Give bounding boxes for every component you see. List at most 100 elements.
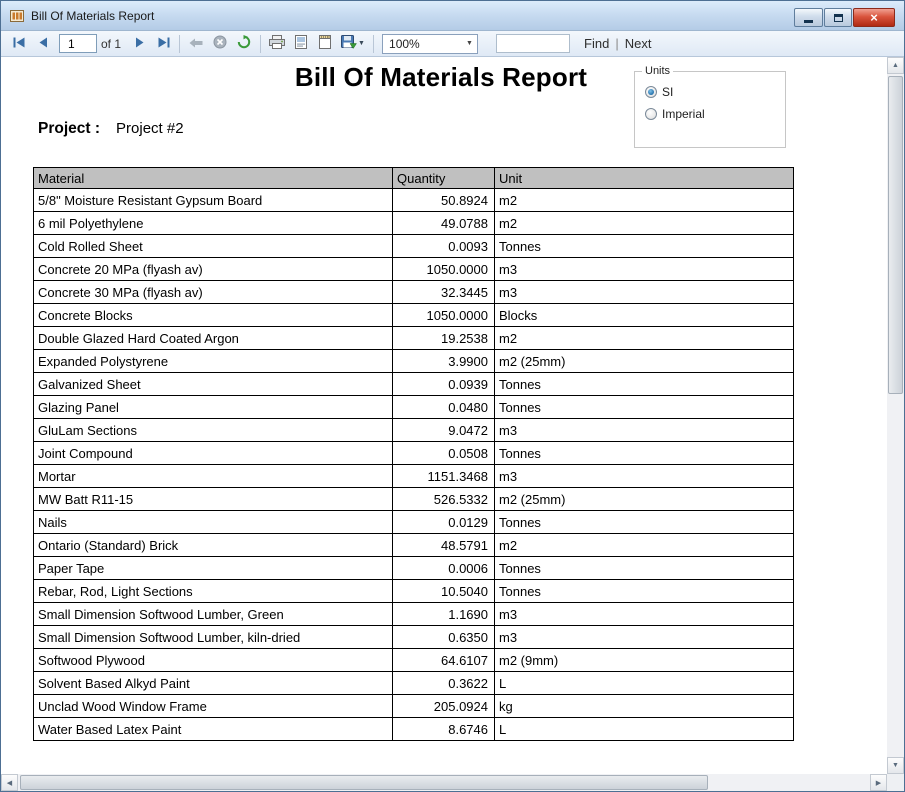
radio-label: SI: [662, 85, 674, 99]
horizontal-scroll-thumb[interactable]: [20, 775, 708, 790]
find-button[interactable]: Find: [578, 36, 615, 51]
first-page-icon: [13, 36, 26, 51]
table-row: Expanded Polystyrene 3.9900 m2 (25mm): [33, 349, 794, 373]
table-row: Small Dimension Softwood Lumber, kiln-dr…: [33, 625, 794, 649]
quantity-cell: 9.0472: [392, 418, 495, 442]
table-row: Ontario (Standard) Brick 48.5791 m2: [33, 533, 794, 557]
radio-button-icon[interactable]: [645, 86, 657, 98]
table-row: Concrete 30 MPa (flyash av) 32.3445 m3: [33, 280, 794, 304]
minimize-icon: [804, 20, 813, 23]
unit-cell: kg: [494, 694, 794, 718]
quantity-cell: 1050.0000: [392, 257, 495, 281]
scroll-up-button[interactable]: ▲: [887, 57, 904, 74]
unit-cell: m3: [494, 464, 794, 488]
scroll-up-icon: ▲: [892, 62, 899, 69]
quantity-cell: 32.3445: [392, 280, 495, 304]
toolbar-separator: [179, 34, 181, 53]
material-cell: MW Batt R11-15: [33, 487, 393, 511]
page-setup-button[interactable]: [313, 33, 337, 55]
unit-cell: Tonnes: [494, 579, 794, 603]
unit-cell: m2: [494, 211, 794, 235]
last-page-button[interactable]: [151, 33, 175, 55]
table-row: Cold Rolled Sheet 0.0093 Tonnes: [33, 234, 794, 258]
material-cell: Concrete Blocks: [33, 303, 393, 327]
header-quantity: Quantity: [392, 167, 495, 189]
maximize-button[interactable]: [824, 8, 852, 27]
units-radio-imperial[interactable]: Imperial: [645, 107, 705, 121]
stop-rendering-button[interactable]: [208, 33, 232, 55]
table-row: Rebar, Rod, Light Sections 10.5040 Tonnes: [33, 579, 794, 603]
unit-cell: m2: [494, 533, 794, 557]
scroll-down-button[interactable]: ▼: [887, 757, 904, 774]
radio-button-icon[interactable]: [645, 108, 657, 120]
table-row: Solvent Based Alkyd Paint 0.3622 L: [33, 671, 794, 695]
units-groupbox: Units SI Imperial: [634, 65, 786, 148]
units-radio-si[interactable]: SI: [645, 85, 705, 99]
horizontal-scrollbar[interactable]: ◀ ▶: [1, 774, 887, 791]
material-cell: Solvent Based Alkyd Paint: [33, 671, 393, 695]
table-row: Water Based Latex Paint 8.6746 L: [33, 717, 794, 741]
next-page-icon: [135, 36, 144, 51]
unit-cell: Tonnes: [494, 234, 794, 258]
table-row: MW Batt R11-15 526.5332 m2 (25mm): [33, 487, 794, 511]
quantity-cell: 48.5791: [392, 533, 495, 557]
material-cell: Double Glazed Hard Coated Argon: [33, 326, 393, 350]
material-cell: Ontario (Standard) Brick: [33, 533, 393, 557]
quantity-cell: 1050.0000: [392, 303, 495, 327]
table-row: 5/8" Moisture Resistant Gypsum Board 50.8…: [33, 188, 794, 212]
quantity-cell: 526.5332: [392, 487, 495, 511]
print-layout-icon: [295, 35, 308, 52]
scroll-left-button[interactable]: ◀: [1, 774, 18, 791]
material-cell: Unclad Wood Window Frame: [33, 694, 393, 718]
caption-buttons: ×: [794, 8, 895, 27]
title-bar[interactable]: Bill Of Materials Report ×: [1, 1, 904, 31]
quantity-cell: 64.6107: [392, 648, 495, 672]
print-button[interactable]: [265, 33, 289, 55]
unit-cell: m3: [494, 257, 794, 281]
close-button[interactable]: ×: [853, 8, 895, 27]
table-row: Double Glazed Hard Coated Argon 19.2538 m2: [33, 326, 794, 350]
printer-icon: [269, 35, 286, 52]
print-layout-button[interactable]: [289, 33, 313, 55]
material-cell: Expanded Polystyrene: [33, 349, 393, 373]
table-row: Mortar 1151.3468 m3: [33, 464, 794, 488]
vertical-scroll-track[interactable]: [887, 74, 904, 757]
table-row: Nails 0.0129 Tonnes: [33, 510, 794, 534]
next-page-button[interactable]: [127, 33, 151, 55]
table-row: Galvanized Sheet 0.0939 Tonnes: [33, 372, 794, 396]
window-title: Bill Of Materials Report: [31, 8, 155, 23]
vertical-scroll-thumb[interactable]: [888, 76, 903, 394]
material-cell: Small Dimension Softwood Lumber, kiln-dr…: [33, 625, 393, 649]
refresh-button[interactable]: [232, 33, 256, 55]
material-cell: Paper Tape: [33, 556, 393, 580]
toolbar-separator: [373, 34, 375, 53]
zoom-select[interactable]: 100% ▼: [382, 33, 479, 54]
export-button[interactable]: ▼: [337, 33, 369, 55]
quantity-cell: 1.1690: [392, 602, 495, 626]
horizontal-scroll-track[interactable]: [18, 774, 870, 791]
radio-label: Imperial: [662, 107, 705, 121]
toolbar-separator: [260, 34, 262, 53]
find-next-button[interactable]: Next: [619, 36, 658, 51]
page-number-input[interactable]: [59, 34, 97, 53]
quantity-cell: 0.0129: [392, 510, 495, 534]
app-icon: [9, 8, 25, 24]
quantity-cell: 0.0093: [392, 234, 495, 258]
unit-cell: Tonnes: [494, 556, 794, 580]
previous-page-button[interactable]: [31, 33, 55, 55]
quantity-cell: 1151.3468: [392, 464, 495, 488]
back-to-parent-button[interactable]: [184, 33, 208, 55]
unit-cell: m3: [494, 280, 794, 304]
scrollbar-corner: [887, 774, 904, 791]
search-text-input[interactable]: [496, 34, 571, 53]
minimize-button[interactable]: [794, 8, 823, 27]
first-page-button[interactable]: [7, 33, 31, 55]
material-cell: Concrete 30 MPa (flyash av): [33, 280, 393, 304]
vertical-scrollbar[interactable]: ▲ ▼: [887, 57, 904, 774]
table-row: Concrete Blocks 1050.0000 Blocks: [33, 303, 794, 327]
material-cell: 6 mil Polyethylene: [33, 211, 393, 235]
scroll-right-button[interactable]: ▶: [870, 774, 887, 791]
material-cell: Water Based Latex Paint: [33, 717, 393, 741]
report-toolbar: of 1 ▼ 100%: [1, 31, 904, 57]
scroll-down-icon: ▼: [892, 762, 899, 769]
